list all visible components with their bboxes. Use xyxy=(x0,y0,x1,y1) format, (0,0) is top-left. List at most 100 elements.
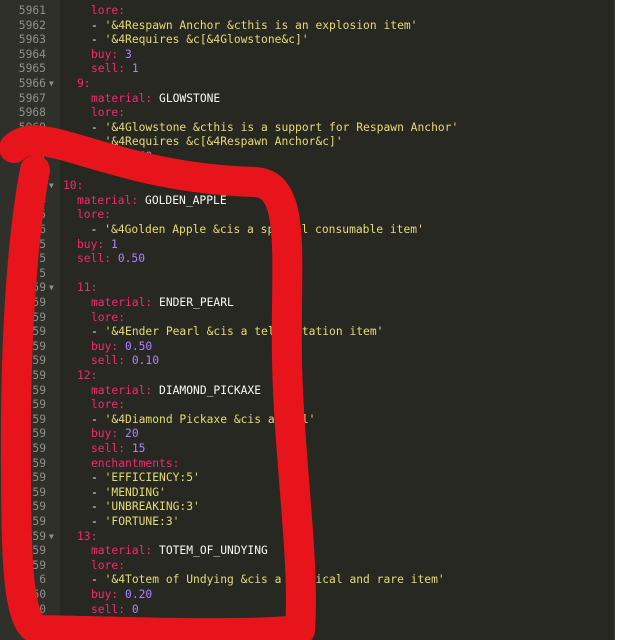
line-number: 59 xyxy=(32,500,46,514)
fold-arrow-icon[interactable]: ▼ xyxy=(49,281,54,296)
code-line: 59 - '&4Ender Pearl &cis a teleportation … xyxy=(0,325,615,340)
code-token: TOTEM_OF_UNDYING xyxy=(159,544,268,558)
code-token: 10: xyxy=(63,179,84,193)
line-number: 59 xyxy=(32,325,46,339)
code-line: 59 - 'MENDING' xyxy=(0,486,615,501)
code-text: sell: 0.50 xyxy=(77,252,145,267)
code-text: 10: xyxy=(63,179,83,194)
code-token: - xyxy=(91,471,105,485)
line-number: 5 xyxy=(39,208,46,222)
line-number: 5969 xyxy=(18,120,46,134)
code-line: 5969 - '&4Glowstone &cthis is a support f… xyxy=(0,121,615,136)
code-token: '&4Diamond Pickaxe &cis a tool' xyxy=(104,412,316,426)
line-number: 59 xyxy=(32,398,46,412)
code-text: - 'EFFICIENCY:5' xyxy=(91,471,200,486)
code-text: - 'MENDING' xyxy=(91,486,166,501)
line-number: 3 xyxy=(39,179,46,193)
code-token: 'UNBREAKING:3' xyxy=(104,500,200,514)
fold-arrow-icon[interactable]: ▼ xyxy=(49,77,54,92)
code-token: '&4Respawn Anchor &cthis is an explosion… xyxy=(104,18,418,32)
code-token: buy: xyxy=(91,339,126,353)
code-token: sell: xyxy=(91,442,132,455)
code-line: 59 lore: xyxy=(0,559,615,574)
code-line: 59 sell: 15 xyxy=(0,442,615,457)
code-text: - '&4Requires &c[&4Respawn Anchor&c]' xyxy=(91,135,343,150)
code-token: '&4Requires &c[&4Respawn Anchor&c]' xyxy=(104,135,343,149)
code-line: 0 - '&4Requires &c[&4Respawn Anchor&c]' xyxy=(0,135,615,150)
code-token: buy: xyxy=(91,150,126,163)
code-line: 59 12: xyxy=(0,369,615,384)
line-number: 6 xyxy=(39,223,46,236)
code-line: 600 sell: 0 xyxy=(0,603,615,618)
code-token: '&4Ender Pearl &cis a teleportation item… xyxy=(104,325,384,339)
line-number: 59 xyxy=(32,529,46,543)
line-number: 59 xyxy=(32,427,46,441)
code-token: - xyxy=(91,325,105,339)
code-line: 6 - '&4Golden Apple &cis a special consu… xyxy=(0,223,615,238)
line-number: 600 xyxy=(25,602,46,616)
code-token: lore: xyxy=(91,310,126,324)
code-line: 2 xyxy=(0,165,615,180)
code-token: buy: xyxy=(91,47,126,61)
code-token: GOLDEN_APPLE xyxy=(145,193,227,207)
code-token: 13: xyxy=(77,529,98,543)
code-line: 5 buy: 1 xyxy=(0,238,615,253)
line-number: 59 xyxy=(32,558,46,572)
code-line: 59 material: ENDER_PEARL xyxy=(0,296,615,311)
code-line: 59 ▼ 11: xyxy=(0,281,615,296)
fold-arrow-icon[interactable]: ▼ xyxy=(49,179,54,194)
code-text: - '&4Diamond Pickaxe &cis a tool' xyxy=(91,413,315,428)
code-text: material: ENDER_PEARL xyxy=(91,296,234,311)
code-line: 6 - '&4Totem of Undying &cis a mythical a… xyxy=(0,573,615,588)
line-number: 60 xyxy=(32,588,46,601)
code-line: 59 - 'UNBREAKING:3' xyxy=(0,500,615,515)
code-token: sell: xyxy=(91,354,132,368)
code-token: lore: xyxy=(91,558,126,572)
code-token: - xyxy=(91,412,105,426)
code-token: '&4Glowstone &cthis is a support for Res… xyxy=(104,120,459,134)
code-text: - '&4Respawn Anchor &cthis is an explosi… xyxy=(91,19,417,34)
code-text: material: GOLDEN_APPLE xyxy=(77,194,227,209)
code-line: 5967 material: GLOWSTONE xyxy=(0,92,615,107)
code-token: 1 xyxy=(131,62,139,76)
line-number: 5965 xyxy=(18,62,46,76)
code-token: - xyxy=(91,33,105,47)
code-token: 20 xyxy=(125,427,139,441)
code-token: - xyxy=(91,18,105,32)
code-line: 59 ▼ 13: xyxy=(0,530,615,545)
code-token: lore: xyxy=(91,398,126,412)
code-line: 59 enchantments: xyxy=(0,457,615,472)
code-token: - xyxy=(91,573,105,587)
line-number: 59 xyxy=(32,442,46,455)
code-token: lore: xyxy=(91,4,126,17)
line-number: 59 xyxy=(32,281,46,295)
line-number: 5968 xyxy=(18,106,46,120)
code-token: GLOWSTONE xyxy=(159,91,221,105)
code-line: 59 - 'EFFICIENCY:5' xyxy=(0,471,615,486)
code-text: 12: xyxy=(77,369,97,384)
code-token: buy: xyxy=(77,237,112,251)
code-token: - xyxy=(91,485,105,499)
line-number: 5964 xyxy=(18,47,46,61)
code-text: 9: xyxy=(77,77,91,92)
code-token: 9: xyxy=(77,77,91,90)
code-editor[interactable]: 5961 lore: 5962- '&4Respawn Anchor &cthis … xyxy=(0,0,615,640)
code-token: '&4Totem of Undying &cis a mythical and … xyxy=(104,573,445,587)
code-line: 5 lore: xyxy=(0,208,615,223)
fold-arrow-icon[interactable]: ▼ xyxy=(49,530,54,545)
code-text: lore: xyxy=(91,311,125,326)
code-text: sell: 0 xyxy=(91,603,139,618)
code-token: material: xyxy=(77,193,146,207)
code-text: buy: 3 xyxy=(91,48,132,63)
code-line: 5966 ▼ 9: xyxy=(0,77,615,92)
code-line: 60 buy: 0.20 xyxy=(0,588,615,603)
line-number: 59 xyxy=(32,310,46,324)
code-line: 59 - '&4Diamond Pickaxe &cis a tool' xyxy=(0,413,615,428)
line-number: 5966 xyxy=(18,77,46,90)
code-line: 5961 lore: xyxy=(0,4,615,19)
code-line: 59 material: TOTEM_OF_UNDYING xyxy=(0,544,615,559)
code-line: 59 lore: xyxy=(0,311,615,326)
code-token: 3 xyxy=(125,47,132,61)
line-number: 6 xyxy=(39,573,46,587)
code-token: 0.10 xyxy=(131,354,160,368)
